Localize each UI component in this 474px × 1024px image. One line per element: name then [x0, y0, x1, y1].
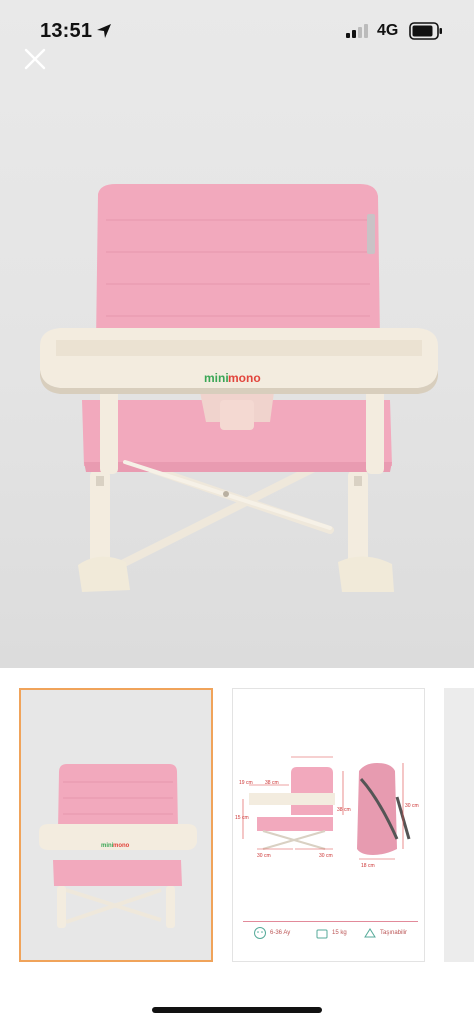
baby-icon	[254, 927, 266, 939]
thumbnail-3[interactable]	[444, 688, 474, 962]
dim-label: 19 cm	[239, 780, 253, 786]
thumbnail-1-image: mini mono	[21, 690, 211, 960]
home-indicator[interactable]	[152, 1007, 322, 1013]
svg-text:mini: mini	[204, 371, 229, 385]
portable-icon	[364, 928, 376, 938]
spec-label: Taşınabilir	[380, 930, 408, 936]
specs-row: 6-36 Ay 15 kg Taşınabilir	[243, 921, 418, 945]
svg-text:mini: mini	[101, 843, 114, 849]
spec-weight: 15 kg	[315, 926, 347, 940]
spec-age: 6-36 Ay	[253, 926, 290, 940]
dim-label: 30 cm	[319, 853, 333, 859]
status-bar: 13:51 4G	[0, 0, 474, 64]
dim-label: 30 cm	[405, 803, 419, 809]
product-photo: mini mono	[40, 184, 438, 592]
seat-frame	[78, 456, 394, 592]
dimensions-diagram: 19 cm 38 cm 38 cm 30 cm 30 cm 18 cm 30 c…	[233, 689, 424, 919]
location-arrow-icon	[97, 24, 111, 38]
cellular-signal-icon	[346, 24, 368, 38]
dim-label: 38 cm	[265, 780, 279, 786]
dim-label: 18 cm	[361, 863, 375, 869]
thumbnail-1[interactable]: mini mono	[19, 688, 213, 962]
dim-label: 30 cm	[257, 853, 271, 859]
backrest	[96, 184, 380, 342]
seat-base	[82, 384, 392, 474]
spec-portable: Taşınabilir	[363, 926, 407, 940]
status-time: 13:51	[40, 20, 93, 42]
svg-text:mono: mono	[113, 843, 130, 849]
svg-text:mono: mono	[228, 371, 261, 385]
dim-label: 38 cm	[337, 807, 351, 813]
thumbnail-2[interactable]: 19 cm 38 cm 38 cm 30 cm 30 cm 18 cm 30 c…	[232, 688, 425, 962]
thumbnail-strip: mini mono 19 cm 38 cm 38 cm 30 cm 30 cm …	[0, 668, 474, 998]
product-image-viewer[interactable]: 13:51 4G mini mono	[0, 0, 474, 668]
spec-label: 15 kg	[332, 930, 347, 936]
tray[interactable]: mini mono	[40, 328, 438, 394]
weight-icon	[316, 929, 328, 939]
dim-label: 15 cm	[235, 815, 249, 821]
battery-icon	[409, 22, 442, 40]
close-icon[interactable]	[20, 44, 50, 74]
network-label: 4G	[377, 22, 399, 39]
spec-label: 6-36 Ay	[270, 930, 291, 936]
